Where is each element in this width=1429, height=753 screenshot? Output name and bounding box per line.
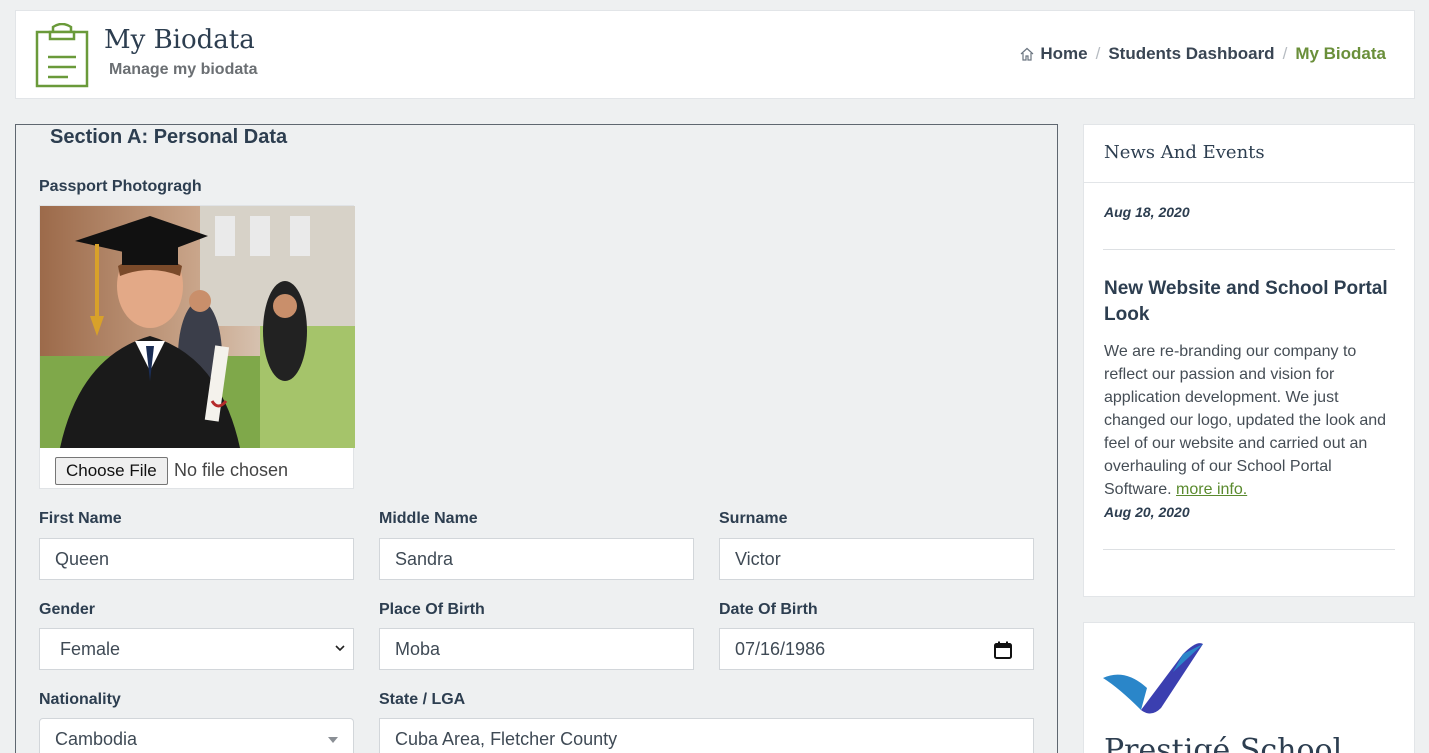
passport-photo [40, 206, 355, 448]
nationality-select[interactable]: Cambodia [39, 718, 354, 753]
breadcrumb-current: My Biodata [1295, 44, 1386, 63]
calendar-icon[interactable] [993, 640, 1013, 660]
news-heading: News And Events [1104, 142, 1265, 163]
no-file-text: No file chosen [174, 460, 289, 480]
date-of-birth-value: 07/16/1986 [735, 639, 826, 659]
news-item-title[interactable]: New Website and School Portal Look [1104, 276, 1404, 328]
passport-upload: Choose File No file chosen [39, 205, 355, 489]
breadcrumb-students-dashboard[interactable]: Students Dashboard [1108, 44, 1274, 64]
nationality-value: Cambodia [55, 729, 138, 749]
home-icon [1020, 47, 1034, 61]
caret-down-icon [328, 737, 338, 743]
page-title: My Biodata [104, 25, 255, 55]
clipboard-icon [35, 23, 89, 88]
chevron-down-icon [335, 645, 345, 652]
page-subtitle: Manage my biodata [109, 61, 258, 78]
divider [1103, 249, 1395, 250]
school-name: Prestigé School [1104, 733, 1343, 753]
surname-input[interactable]: Victor [719, 538, 1034, 580]
news-item-text: We are re-branding our company to reflec… [1104, 343, 1387, 498]
section-title: Section A: Personal Data [36, 126, 302, 149]
choose-file-button[interactable]: Choose File [55, 457, 168, 485]
passport-label: Passport Photogragh [39, 178, 202, 195]
gender-value: Female [60, 639, 121, 659]
first-name-label: First Name [39, 510, 122, 527]
school-logo-icon [1103, 643, 1203, 714]
date-of-birth-input[interactable]: 07/16/1986 [719, 628, 1034, 670]
middle-name-input[interactable]: Sandra [379, 538, 694, 580]
nationality-label: Nationality [39, 691, 121, 708]
news-date: Aug 18, 2020 [1104, 204, 1190, 220]
divider [1103, 549, 1395, 550]
page-header: My Biodata Manage my biodata Home / Stud… [15, 10, 1415, 99]
news-events-panel: News And Events Aug 18, 2020 New Website… [1083, 124, 1415, 597]
breadcrumb: Home / Students Dashboard / My Biodata [1020, 44, 1386, 64]
gender-select[interactable]: Female [39, 628, 354, 670]
middle-name-label: Middle Name [379, 510, 478, 527]
place-of-birth-label: Place Of Birth [379, 601, 485, 618]
first-name-input[interactable]: Queen [39, 538, 354, 580]
news-date: Aug 20, 2020 [1104, 504, 1190, 520]
gender-label: Gender [39, 601, 96, 618]
divider [1084, 182, 1414, 183]
place-of-birth-input[interactable]: Moba [379, 628, 694, 670]
date-of-birth-label: Date Of Birth [719, 601, 818, 618]
state-lga-label: State / LGA [379, 691, 466, 708]
school-logo-card: Prestigé School [1083, 622, 1415, 753]
news-item-body: We are re-branding our company to reflec… [1104, 340, 1394, 501]
more-info-link[interactable]: more info. [1176, 481, 1247, 498]
breadcrumb-home[interactable]: Home [1040, 44, 1087, 64]
surname-label: Surname [719, 510, 788, 527]
state-lga-input[interactable]: Cuba Area, Fletcher County [379, 718, 1034, 753]
